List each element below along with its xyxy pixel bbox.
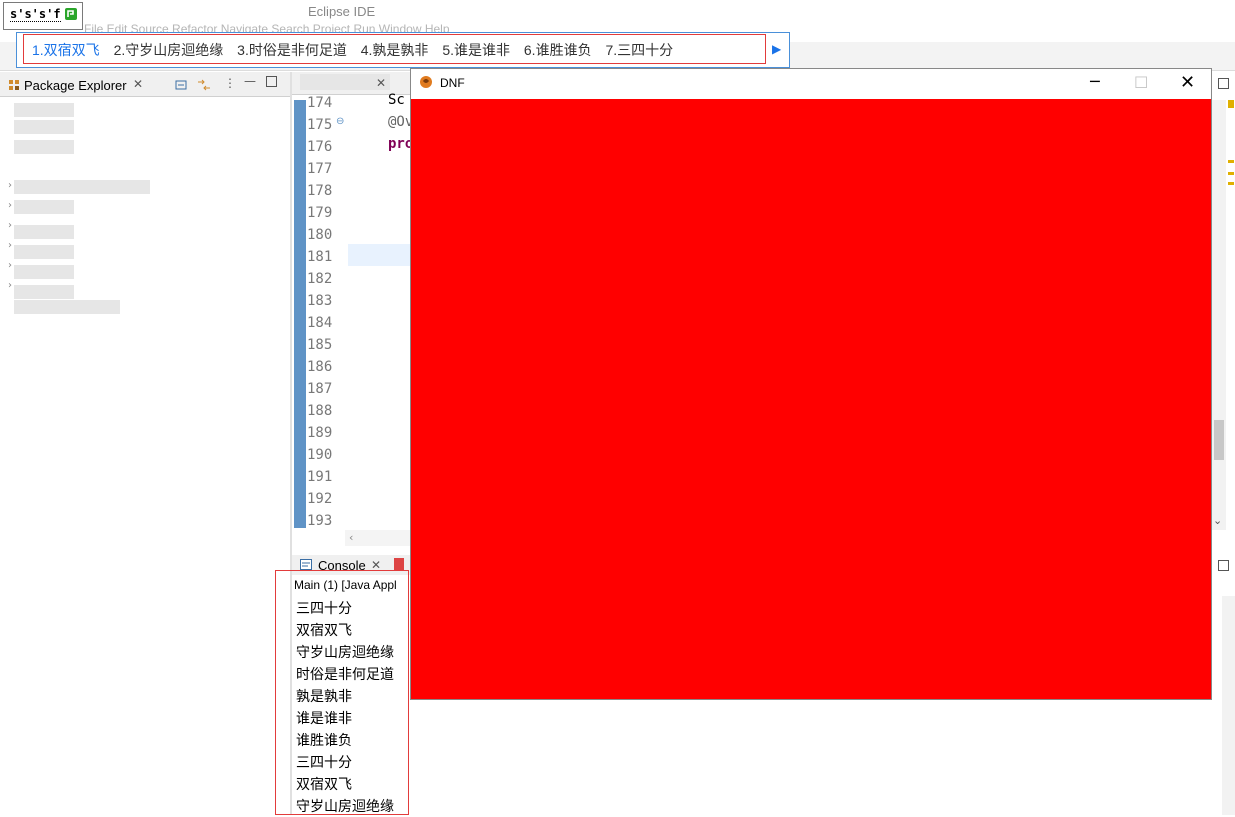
ime-candidate-7[interactable]: 7.三四十分 [605, 42, 673, 58]
current-line-highlight [348, 244, 410, 266]
line-number: 179 [307, 205, 333, 221]
view-menu-icon[interactable]: ⋮ [224, 76, 236, 90]
ime-logo-icon [65, 8, 77, 20]
line-number: 182 [307, 271, 333, 287]
tree-item-redacted[interactable] [14, 225, 74, 239]
window-maximize-icon[interactable]: ☐ [1134, 73, 1150, 92]
line-number: 183 [307, 293, 333, 309]
tree-item-redacted[interactable] [14, 285, 74, 299]
line-number: 192 [307, 491, 333, 507]
line-number: 178 [307, 183, 333, 199]
line-number-gutter: 174 175 176 177 178 179 180 181 182 183 … [307, 92, 345, 532]
ime-candidate-6[interactable]: 6.谁胜谁负 [524, 42, 592, 58]
editor-vertical-scrollbar[interactable] [1212, 100, 1226, 530]
package-explorer-title[interactable]: Package Explorer [24, 78, 127, 93]
tree-item-redacted[interactable] [14, 120, 74, 134]
overview-marker[interactable] [1228, 160, 1234, 163]
line-number: 180 [307, 227, 333, 243]
ime-candidate-1[interactable]: 1.双宿双飞 [32, 42, 100, 58]
dnf-window-title: DNF [440, 76, 465, 90]
close-icon[interactable]: ✕ [376, 76, 386, 90]
line-number: 189 [307, 425, 333, 441]
tree-item-redacted[interactable] [14, 245, 74, 259]
ime-composition-text: s's's'f [10, 7, 61, 22]
console-line: 双宿双飞 [296, 776, 352, 792]
tree-item-redacted[interactable] [14, 103, 74, 117]
scroll-down-icon[interactable]: ⌄ [1213, 514, 1222, 527]
console-line: 三四十分 [296, 600, 352, 616]
console-line: 守岁山房迴绝缘 [296, 644, 394, 660]
console-line: 谁胜谁负 [296, 732, 352, 748]
maximize-icon[interactable] [1218, 78, 1229, 89]
line-number: 184 [307, 315, 333, 331]
close-icon[interactable]: ✕ [133, 77, 143, 91]
ime-candidate-4[interactable]: 4.孰是孰非 [361, 42, 429, 58]
code-line: Sc [388, 92, 405, 108]
chevron-right-icon[interactable]: › [8, 240, 12, 251]
window-title: Eclipse IDE [308, 4, 376, 19]
package-icon [9, 80, 19, 90]
scroll-left-icon[interactable]: ‹ [349, 531, 353, 544]
line-number: 193 [307, 513, 333, 529]
line-number: 181 [307, 249, 333, 265]
console-line: 三四十分 [296, 754, 352, 770]
line-number: 187 [307, 381, 333, 397]
maximize-icon[interactable] [266, 76, 277, 87]
chevron-right-icon[interactable]: › [8, 200, 12, 211]
chevron-right-icon[interactable]: › [8, 280, 12, 291]
line-number: 175 [307, 117, 333, 133]
tree-item-redacted[interactable] [14, 200, 74, 214]
line-number: 188 [307, 403, 333, 419]
line-number: 185 [307, 337, 333, 353]
line-number: 191 [307, 469, 333, 485]
console-line: 时俗是非何足道 [296, 666, 394, 682]
maximize-icon[interactable] [1218, 560, 1229, 571]
console-line: 守岁山房迴绝缘 [296, 798, 394, 814]
chevron-right-icon[interactable]: › [8, 180, 12, 191]
overview-marker[interactable] [1228, 182, 1234, 185]
console-output[interactable]: 三四十分 双宿双飞 守岁山房迴绝缘 时俗是非何足道 孰是孰非 谁是谁非 谁胜谁负… [296, 597, 394, 817]
console-line: 孰是孰非 [296, 688, 352, 704]
dnf-game-canvas[interactable] [411, 99, 1211, 699]
ime-candidate-3[interactable]: 3.时俗是非何足道 [237, 42, 347, 58]
scrollbar-thumb[interactable] [1214, 420, 1224, 460]
line-number: 176 [307, 139, 333, 155]
editor-ruler[interactable] [294, 100, 306, 528]
tree-item-redacted[interactable] [14, 300, 120, 314]
terminate-icon[interactable] [394, 558, 404, 570]
horizontal-scrollbar[interactable] [345, 530, 410, 546]
console-line: 双宿双飞 [296, 622, 352, 638]
ime-candidate-2[interactable]: 2.守岁山房迴绝缘 [114, 42, 224, 58]
chevron-right-icon[interactable]: › [8, 260, 12, 271]
line-number: 174 [307, 95, 333, 111]
overview-marker[interactable] [1228, 100, 1234, 108]
line-number: 190 [307, 447, 333, 463]
collapse-all-icon[interactable] [174, 78, 188, 92]
tree-item-redacted[interactable] [14, 140, 74, 154]
ime-candidate-list: 1.双宿双飞 2.守岁山房迴绝缘 3.时俗是非何足道 4.孰是孰非 5.谁是谁非… [32, 40, 683, 60]
line-number: 177 [307, 161, 333, 177]
console-vertical-scrollbar[interactable] [1222, 596, 1235, 815]
ime-next-page-icon[interactable]: ▶ [772, 42, 781, 56]
minimize-icon[interactable]: — [244, 74, 256, 88]
overview-marker[interactable] [1228, 172, 1234, 175]
tree-item-redacted[interactable] [14, 265, 74, 279]
ime-candidate-5[interactable]: 5.谁是谁非 [442, 42, 510, 58]
tree-item-redacted[interactable] [14, 180, 150, 194]
chevron-right-icon[interactable]: › [8, 220, 12, 231]
line-number: 186 [307, 359, 333, 375]
window-minimize-icon[interactable]: ─ [1090, 72, 1106, 92]
window-close-icon[interactable]: ✕ [1180, 72, 1196, 93]
console-line: 谁是谁非 [296, 710, 352, 726]
console-icon [300, 559, 312, 570]
java-coffee-icon [420, 76, 432, 88]
link-with-editor-icon[interactable] [196, 78, 212, 92]
